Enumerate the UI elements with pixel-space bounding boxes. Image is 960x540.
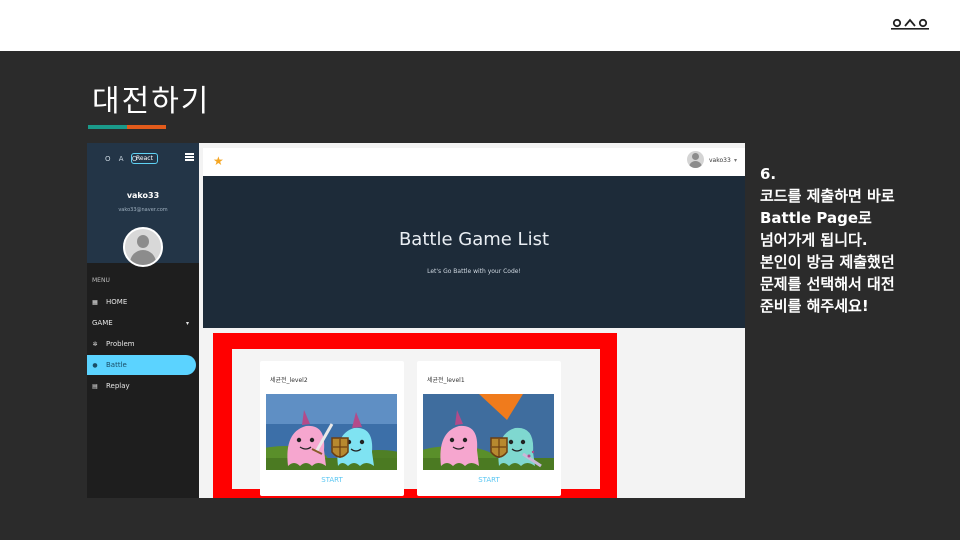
hamburger-menu-icon[interactable] xyxy=(185,153,194,161)
sidebar-avatar[interactable] xyxy=(123,227,163,267)
game-thumbnail xyxy=(423,394,554,470)
sidebar-item-label: Battle xyxy=(106,361,127,369)
app-header: ★ vako33 ▾ xyxy=(203,148,745,176)
menu-heading: MENU xyxy=(92,277,110,284)
description-line: 6. xyxy=(760,165,777,183)
sidebar: O A O React vako33 vako33@naver.com MENU… xyxy=(87,143,199,498)
game-card-title: 세균전_level1 xyxy=(427,377,465,384)
app-screenshot: O A O React vako33 vako33@naver.com MENU… xyxy=(87,143,745,498)
sidebar-item-battle[interactable]: ● Battle xyxy=(87,355,196,375)
sidebar-item-label: GAME xyxy=(92,319,113,327)
description-line: 준비를 해주세요! xyxy=(760,297,869,315)
accent-segment-teal xyxy=(88,125,127,129)
start-button[interactable]: START xyxy=(260,476,404,484)
header-user-name[interactable]: vako33 xyxy=(709,157,731,164)
description-line: 문제를 선택해서 대전 xyxy=(760,275,895,293)
oao-logo-icon xyxy=(891,18,929,30)
game-card[interactable]: 세균전_level1 START xyxy=(417,361,561,496)
chevron-down-icon: ▾ xyxy=(185,319,189,327)
accent-segment-orange xyxy=(127,125,166,129)
slide-description: 6. 코드를 제출하면 바로 Battle Page로 넘어가게 됩니다. 본인… xyxy=(760,163,955,317)
chevron-down-icon[interactable]: ▾ xyxy=(734,157,737,164)
description-line: 코드를 제출하면 바로 xyxy=(760,187,895,205)
sidebar-item-label: HOME xyxy=(106,298,128,306)
game-thumbnail xyxy=(266,394,397,470)
sidebar-user-email: vako33@naver.com xyxy=(118,207,168,213)
game-card-title: 세균전_level2 xyxy=(270,377,308,384)
home-icon: ▦ xyxy=(92,298,98,306)
gear-icon: ✲ xyxy=(92,340,98,348)
sidebar-user-name: vako33 xyxy=(126,191,160,200)
sidebar-item-problem[interactable]: ✲ Problem xyxy=(87,334,196,354)
start-button[interactable]: START xyxy=(417,476,561,484)
sidebar-item-label: Replay xyxy=(106,382,130,390)
page-subtitle: Let's Go Battle with your Code! xyxy=(427,268,521,275)
sidebar-item-replay[interactable]: ▤ Replay xyxy=(87,376,196,396)
user-icon: ● xyxy=(92,361,98,369)
header-avatar[interactable] xyxy=(687,151,704,168)
page-title: Battle Game List xyxy=(398,229,550,250)
sidebar-item-game[interactable]: GAME ▾ xyxy=(87,313,196,333)
document-icon: ▤ xyxy=(92,382,98,390)
hero-banner: Battle Game List Let's Go Battle with yo… xyxy=(203,176,745,328)
description-line: Battle Page로 xyxy=(760,209,872,227)
description-line: 넘어가게 됩니다. xyxy=(760,231,868,249)
top-bar xyxy=(0,0,960,51)
react-chip: React xyxy=(131,153,158,164)
description-line: 본인이 방금 제출했던 xyxy=(760,253,895,271)
sidebar-item-label: Problem xyxy=(106,340,135,348)
game-card[interactable]: 세균전_level2 START xyxy=(260,361,404,496)
star-icon[interactable]: ★ xyxy=(213,154,224,168)
slide-title: 대전하기 xyxy=(92,84,211,119)
sidebar-item-home[interactable]: ▦ HOME xyxy=(87,292,196,312)
title-accent-bar xyxy=(88,125,166,129)
